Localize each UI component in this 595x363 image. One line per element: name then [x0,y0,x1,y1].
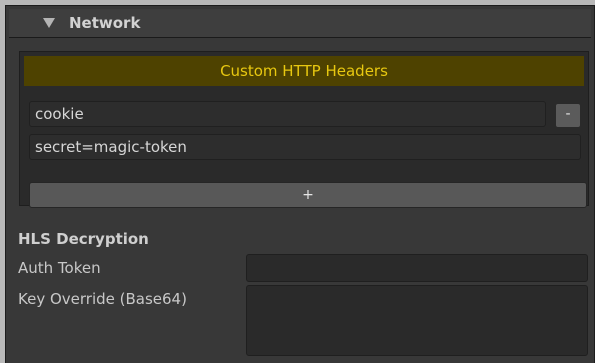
hls-decryption-title: HLS Decryption [18,230,149,248]
auth-token-input[interactable] [246,254,588,282]
network-foldout-header[interactable]: Network [9,9,591,38]
custom-headers-box: Custom HTTP Headers cookie - secret=magi… [19,51,589,208]
header-value-field[interactable]: secret=magic-token [29,134,581,160]
remove-header-button[interactable]: - [555,103,581,128]
key-override-input[interactable] [246,285,588,356]
custom-headers-banner: Custom HTTP Headers [24,56,584,86]
inspector-panel: Network Custom HTTP Headers cookie - sec… [5,5,595,363]
network-title: Network [69,14,141,32]
triangle-down-icon[interactable] [43,18,55,28]
auth-token-label: Auth Token [18,259,101,277]
key-override-label: Key Override (Base64) [18,290,187,308]
header-name-field[interactable]: cookie [29,101,546,127]
add-header-button[interactable]: + [29,182,587,208]
